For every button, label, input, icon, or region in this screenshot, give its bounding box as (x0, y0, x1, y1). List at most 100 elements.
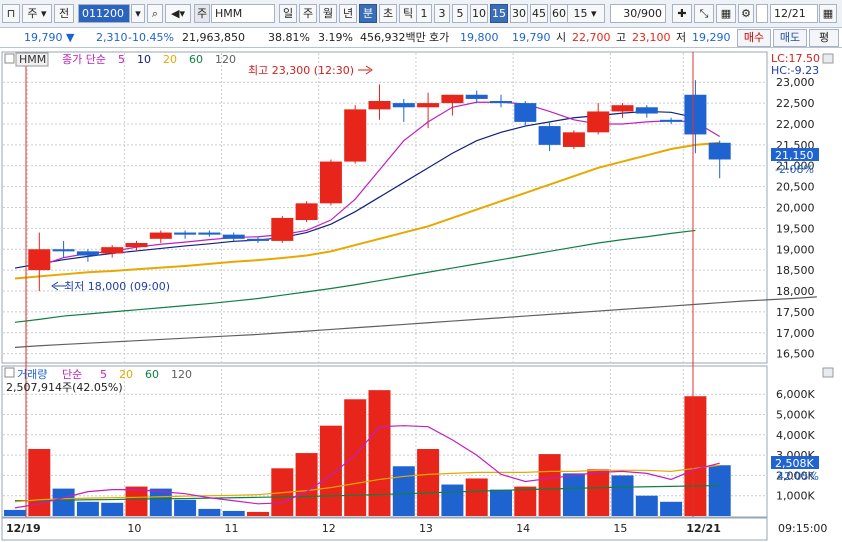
draw-tool-icon[interactable]: ⤡ (694, 4, 714, 23)
candle-body (174, 232, 197, 235)
low-annotation: 최저 18,000 (09:00) (64, 280, 170, 293)
legend-ma-item[interactable]: 20 (163, 53, 177, 66)
volume-bar (101, 502, 124, 516)
volume-bar (198, 508, 221, 516)
volume-bar (344, 399, 367, 516)
open-label: 시 (556, 31, 567, 44)
minute-button[interactable]: 1 (416, 4, 432, 23)
calendar-icon[interactable]: ▦ (819, 4, 837, 23)
volume-pane-toggle-icon[interactable] (4, 367, 15, 378)
stock-name-label: HMM (19, 53, 46, 66)
legend-ma-item[interactable]: 5 (118, 53, 125, 66)
price-axis-tick: 16,500 (776, 348, 815, 361)
search-icon[interactable]: ⌕ (147, 4, 163, 23)
minute-button[interactable]: 10 (470, 4, 488, 23)
minute-button[interactable]: 45 (530, 4, 548, 23)
candle-body (101, 247, 124, 254)
high-price: 23,100 (632, 31, 671, 44)
volume-bar (295, 453, 318, 516)
stock-code-input[interactable]: 011200 (78, 4, 130, 23)
volume-bar (222, 510, 245, 516)
time-axis-label: 13 (419, 522, 433, 535)
bid-label: 호가 (429, 31, 450, 44)
candle-body (538, 126, 561, 145)
candle-body (76, 251, 99, 256)
time-axis-label: 11 (225, 522, 239, 535)
volume-legend-ma-item[interactable]: 20 (119, 368, 133, 381)
date-field[interactable]: 12/21 (770, 4, 818, 23)
prev-button[interactable]: 전 (54, 4, 74, 23)
volume-bar (392, 466, 415, 516)
quote-bar: 19,790 ▼ 2,310 -10.45% 21,963,850 38.81%… (0, 28, 842, 48)
volume-legend-type: 단순 (62, 368, 82, 381)
minute-select-value: 15 (573, 7, 588, 20)
candle-body (392, 103, 415, 108)
price-pane-menu-icon[interactable] (822, 53, 834, 64)
candle-body (660, 119, 683, 122)
volume-bar (490, 489, 512, 516)
volume-bar (247, 511, 269, 516)
time-axis-label: 12 (322, 522, 336, 535)
period-button[interactable]: 월 (319, 4, 337, 23)
minute-button[interactable]: 60 (550, 4, 568, 23)
volume-bar (611, 475, 634, 516)
period-button[interactable]: 일 (279, 4, 297, 23)
data-count-field[interactable]: 30/900 (610, 4, 666, 23)
legend-ma-item[interactable]: 120 (215, 53, 236, 66)
period-button[interactable]: 년 (339, 4, 357, 23)
legend-ma-item[interactable]: 10 (137, 53, 151, 66)
volume-bar (76, 501, 99, 516)
open-price: 22,700 (572, 31, 611, 44)
price-volume-chart[interactable]: 16,500 17,000 17,500 18,000 18,500 19,000 19,5… (0, 50, 842, 542)
volume-bar (125, 486, 148, 516)
minute-select[interactable]: 15 ▾ (565, 4, 605, 23)
candle-body (149, 232, 172, 239)
candle-body (247, 238, 269, 241)
current-price-label: 21,150 (775, 149, 814, 162)
candle-body (295, 203, 318, 221)
trade-amount: 456,932백만 (360, 31, 426, 44)
market-select[interactable]: 주 ▾ (22, 4, 52, 23)
period-button[interactable]: 초 (379, 4, 397, 23)
candle-body (635, 107, 658, 114)
minute-button[interactable]: 15 (490, 4, 508, 23)
candle-body (125, 242, 148, 248)
evaluate-button[interactable]: 평 (809, 29, 839, 47)
price-axis-tick: 20,000 (776, 202, 815, 215)
layout-icon[interactable]: ⊓ (2, 4, 20, 23)
buy-button[interactable]: 매수 (737, 29, 771, 47)
legend-ma-item[interactable]: 60 (189, 53, 203, 66)
volume-bar (174, 499, 197, 516)
settings-gear-icon[interactable]: ⚙ (738, 4, 754, 23)
volume-bar (417, 449, 440, 516)
volume-bar (538, 454, 561, 516)
pane-toggle-icon[interactable] (4, 53, 15, 64)
minute-button[interactable]: 3 (434, 4, 450, 23)
minute-button[interactable]: 30 (510, 4, 528, 23)
toolbar: ⊓ 주 ▾ 전 011200 ▾ ⌕ ◀▾ 주 HMM 15 ▾ 30/900 … (0, 0, 842, 28)
time-axis-label: 15 (613, 522, 627, 535)
candle-body (198, 232, 221, 235)
time-axis-label: 12/21 (686, 522, 721, 535)
stock-name-field[interactable]: HMM (211, 4, 275, 23)
price-axis-tick: 23,000 (776, 76, 815, 89)
volume-axis-tick: 1,000K (776, 490, 815, 503)
speaker-icon[interactable]: ◀▾ (165, 4, 191, 23)
date-checkbox[interactable] (756, 4, 768, 23)
period-button[interactable]: 분 (359, 4, 377, 23)
period-button[interactable]: 틱 (399, 4, 417, 23)
crosshair-icon[interactable]: ✚ (672, 4, 692, 23)
grid-icon[interactable]: ▦ (716, 4, 736, 23)
sell-button[interactable]: 매도 (773, 29, 807, 47)
time-axis-label: 12/19 (6, 522, 41, 535)
volume-axis-tick: 4,000K (776, 429, 815, 442)
volume-legend-ma-item[interactable]: 60 (145, 368, 159, 381)
volume-pane-menu-icon[interactable] (822, 367, 834, 378)
candle-body (465, 94, 488, 99)
period-button[interactable]: 주 (299, 4, 317, 23)
low-label: 저 (676, 31, 687, 44)
volume-legend-ma-item[interactable]: 120 (171, 368, 192, 381)
code-dropdown-icon[interactable]: ▾ (131, 4, 145, 23)
volume-legend-ma-item[interactable]: 5 (100, 368, 107, 381)
minute-button[interactable]: 5 (452, 4, 468, 23)
